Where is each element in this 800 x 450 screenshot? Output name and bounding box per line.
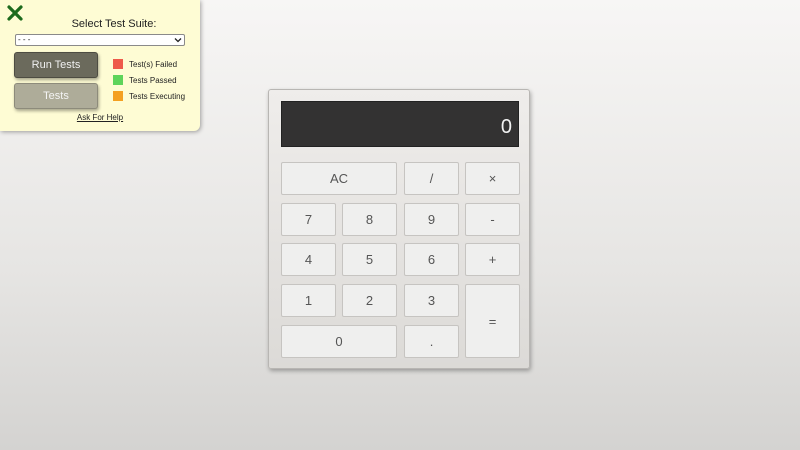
legend-label-executing: Tests Executing (129, 91, 186, 101)
calculator-display: 0 (281, 101, 519, 147)
key-8[interactable]: 8 (342, 203, 397, 236)
key-6[interactable]: 6 (404, 243, 459, 276)
key-0[interactable]: 0 (281, 325, 397, 358)
ask-for-help-link[interactable]: Ask For Help (0, 113, 200, 122)
key-subtract[interactable]: - (465, 203, 520, 236)
key-9[interactable]: 9 (404, 203, 459, 236)
key-divide[interactable]: / (404, 162, 459, 195)
key-7[interactable]: 7 (281, 203, 336, 236)
legend-item-executing: Tests Executing (113, 88, 185, 104)
test-suite-select[interactable]: - - - (15, 34, 185, 46)
key-1[interactable]: 1 (281, 284, 336, 317)
legend-label-failed: Test(s) Failed (129, 59, 178, 69)
test-legend: Test(s) Failed Tests Passed Tests Execut… (113, 56, 185, 104)
key-5[interactable]: 5 (342, 243, 397, 276)
test-suite-select-value: - - - (18, 35, 31, 44)
key-3[interactable]: 3 (404, 284, 459, 317)
executing-swatch (113, 91, 123, 101)
passed-swatch (113, 75, 123, 85)
legend-item-failed: Test(s) Failed (113, 56, 185, 72)
test-panel: Select Test Suite: - - - Run Tests Tests… (0, 0, 200, 131)
key-decimal[interactable]: . (404, 325, 459, 358)
key-equals[interactable]: = (465, 284, 520, 358)
key-add[interactable]: + (465, 243, 520, 276)
run-tests-button[interactable]: Run Tests (14, 52, 98, 78)
key-multiply[interactable]: × (465, 162, 520, 195)
key-2[interactable]: 2 (342, 284, 397, 317)
chevron-down-icon (174, 38, 182, 43)
failed-swatch (113, 59, 123, 69)
calculator: 0 AC / × 7 8 9 - 4 5 6 + 1 2 3 = 0 . (268, 89, 530, 369)
tests-button[interactable]: Tests (14, 83, 98, 109)
legend-label-passed: Tests Passed (129, 75, 177, 85)
key-4[interactable]: 4 (281, 243, 336, 276)
panel-title: Select Test Suite: (71, 18, 157, 30)
key-clear[interactable]: AC (281, 162, 397, 195)
legend-item-passed: Tests Passed (113, 72, 185, 88)
